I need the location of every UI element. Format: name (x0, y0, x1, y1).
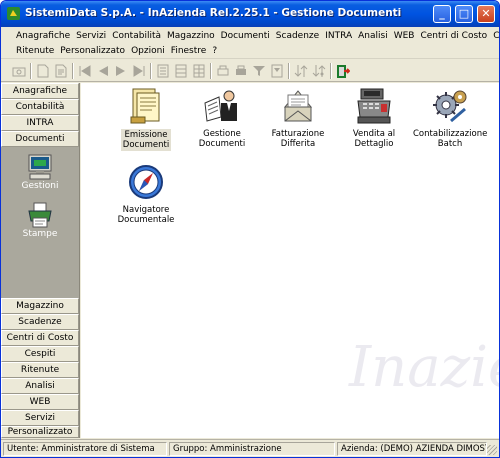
panel-item-gestioni[interactable]: Gestioni (1, 153, 79, 191)
nav-cespiti[interactable]: Cespiti (1, 346, 79, 362)
doc-navigatore-documentale[interactable]: Navigatore Documentale (109, 163, 183, 225)
menu-help[interactable]: ? (209, 45, 220, 57)
doc-label-vendita: Vendita al Dettaglio (352, 129, 396, 149)
menu-personalizzato[interactable]: Personalizzato (57, 45, 128, 57)
compass-icon (129, 165, 163, 199)
nav-personalizzato[interactable]: Personalizzato (1, 426, 79, 438)
edit-document-icon[interactable] (53, 63, 69, 79)
panel-label-stampe: Stampe (22, 229, 58, 239)
panel-label-gestioni: Gestioni (21, 181, 59, 191)
sort-icon[interactable] (293, 63, 309, 79)
status-bar: Utente: Amministratore di Sistema Gruppo… (1, 439, 499, 457)
left-navigation: Anagrafiche Contabilità INTRA Documenti … (1, 83, 80, 438)
doc-fatturazione-differita[interactable]: Fatturazione Differita (261, 87, 335, 149)
app-logo-icon (7, 7, 20, 20)
menu-bar: Anagrafiche Servizi Contabilità Magazzin… (1, 27, 499, 59)
close-button[interactable]: ✕ (477, 5, 495, 23)
cash-register-icon (357, 88, 391, 124)
main-content: Inazien EmissioneDocumenti GestioneDocum… (81, 83, 499, 438)
doc-label-navigatore: Navigatore Documentale (117, 205, 175, 225)
menu-magazzino[interactable]: Magazzino (164, 30, 218, 42)
watermark-text: Inazien (349, 335, 499, 400)
menu-intra[interactable]: INTRA (322, 30, 355, 42)
menu-web[interactable]: WEB (391, 30, 418, 42)
window-title: SistemiData S.p.A. - InAzienda Rel.2.25.… (25, 7, 402, 19)
nav-servizi[interactable]: Servizi (1, 410, 79, 426)
exit-icon[interactable] (335, 63, 351, 79)
nav-ritenute[interactable]: Ritenute (1, 362, 79, 378)
nav-centri-di-costo[interactable]: Centri di Costo (1, 330, 79, 346)
filter-edit-icon[interactable] (269, 63, 285, 79)
nav-contabilita[interactable]: Contabilità (1, 99, 79, 115)
menu-scadenze[interactable]: Scadenze (273, 30, 322, 42)
document-issue-icon (130, 88, 160, 124)
previous-record-icon[interactable] (95, 63, 111, 79)
menu-opzioni[interactable]: Opzioni (128, 45, 168, 57)
app-window: SistemiData S.p.A. - InAzienda Rel.2.25.… (0, 0, 500, 458)
nav-scadenze[interactable]: Scadenze (1, 314, 79, 330)
menu-cespiti[interactable]: Cespiti (490, 30, 499, 42)
menu-finestre[interactable]: Finestre (168, 45, 210, 57)
menu-ritenute[interactable]: Ritenute (13, 45, 57, 57)
filter-icon[interactable] (251, 63, 267, 79)
menu-analisi[interactable]: Analisi (355, 30, 391, 42)
nav-analisi[interactable]: Analisi (1, 378, 79, 394)
computer-icon (28, 154, 52, 180)
grid-view-icon[interactable] (191, 63, 207, 79)
camera-icon[interactable] (11, 63, 27, 79)
menu-contabilita[interactable]: Contabilità (109, 30, 164, 42)
nav-web[interactable]: WEB (1, 394, 79, 410)
reader-icon (204, 90, 237, 122)
menu-anagrafiche[interactable]: Anagrafiche (13, 30, 73, 42)
nav-intra[interactable]: INTRA (1, 115, 79, 131)
menu-row-1: Anagrafiche Servizi Contabilità Magazzin… (13, 30, 499, 42)
doc-vendita-al-dettaglio[interactable]: Vendita al Dettaglio (337, 87, 411, 149)
status-group: Gruppo: Amministrazione (169, 442, 335, 456)
menu-servizi[interactable]: Servizi (73, 30, 109, 42)
toolbar-separator (72, 63, 74, 79)
printer-icon (28, 202, 52, 228)
maximize-button[interactable]: □ (455, 5, 473, 23)
doc-label-fatturazione: Fatturazione Differita (271, 129, 325, 149)
status-company: Azienda: (DEMO) AZIENDA DIMOST (337, 442, 487, 456)
next-record-icon[interactable] (113, 63, 129, 79)
toolbar-separator (288, 63, 290, 79)
resize-grip[interactable] (487, 445, 497, 455)
envelope-icon (283, 90, 313, 122)
print-icon[interactable] (233, 63, 249, 79)
last-record-icon[interactable] (131, 63, 147, 79)
status-user: Utente: Amministratore di Sistema (3, 442, 167, 456)
doc-label-contabilizzazione: Contabilizzazione Batch (413, 129, 488, 149)
list-view-icon[interactable] (173, 63, 189, 79)
nav-anagrafiche[interactable]: Anagrafiche (1, 83, 79, 99)
menu-centri-di-costo[interactable]: Centri di Costo (417, 30, 490, 42)
doc-label-gestione: Gestione Documenti (198, 129, 246, 149)
nav-documenti[interactable]: Documenti (1, 131, 79, 147)
toolbar-separator (330, 63, 332, 79)
form-view-icon[interactable] (155, 63, 171, 79)
new-document-icon[interactable] (35, 63, 51, 79)
doc-gestione-documenti[interactable]: Gestione Documenti (185, 87, 259, 149)
toolbar-separator (150, 63, 152, 79)
doc-label-emissione: Emissione Documenti (120, 129, 172, 151)
toolbar-separator (30, 63, 32, 79)
documenti-panel: Gestioni Stampe (1, 147, 79, 298)
print-preview-icon[interactable] (215, 63, 231, 79)
gears-icon (433, 90, 467, 123)
title-bar[interactable]: SistemiData S.p.A. - InAzienda Rel.2.25.… (1, 1, 499, 27)
toolbar (1, 60, 499, 82)
menu-row-2: Ritenute Personalizzato Opzioni Finestre… (13, 45, 220, 57)
menu-documenti[interactable]: Documenti (218, 30, 273, 42)
sort-advanced-icon[interactable] (311, 63, 327, 79)
first-record-icon[interactable] (77, 63, 93, 79)
toolbar-separator (210, 63, 212, 79)
panel-item-stampe[interactable]: Stampe (1, 201, 79, 239)
minimize-button[interactable]: _ (433, 5, 451, 23)
nav-magazzino[interactable]: Magazzino (1, 298, 79, 314)
doc-emissione-documenti[interactable]: Emissione Documenti (109, 87, 183, 151)
doc-contabilizzazione-batch[interactable]: Contabilizzazione Batch (413, 87, 487, 149)
